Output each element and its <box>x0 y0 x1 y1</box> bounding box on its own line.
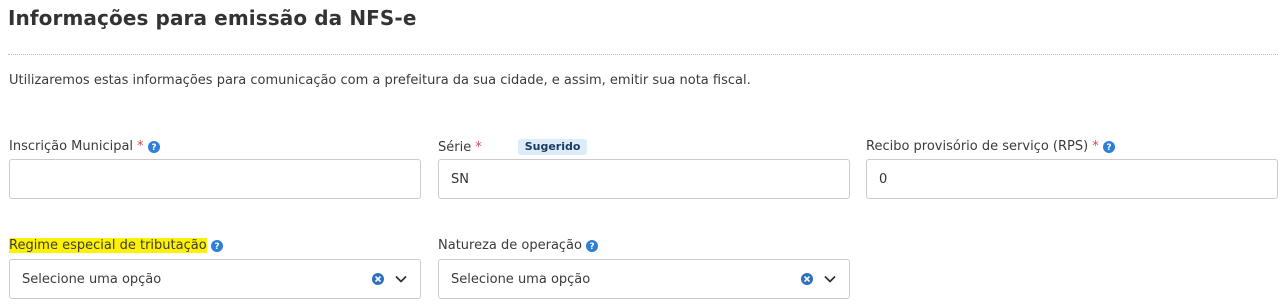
clear-icon[interactable] <box>800 272 814 286</box>
serie-label-text: Série <box>438 139 472 155</box>
rps-input[interactable] <box>866 159 1278 199</box>
regime-especial-select[interactable]: Selecione uma opção <box>9 259 421 299</box>
inscricao-municipal-input[interactable] <box>9 159 421 199</box>
required-mark: * <box>137 139 144 154</box>
help-icon[interactable]: ? <box>147 140 160 153</box>
svg-text:?: ? <box>1106 143 1111 153</box>
required-mark: * <box>475 139 482 155</box>
rps-label-text: Recibo provisório de serviço (RPS) <box>866 139 1089 154</box>
regime-especial-label: Regime especial de tributação ? <box>9 238 223 253</box>
help-icon[interactable]: ? <box>1102 140 1115 153</box>
natureza-operacao-select[interactable]: Selecione uma opção <box>438 259 850 299</box>
serie-label: Série * Sugerido <box>438 139 588 155</box>
serie-input[interactable] <box>438 159 850 199</box>
natureza-operacao-label-text: Natureza de operação <box>438 238 582 253</box>
suggested-badge: Sugerido <box>517 139 588 155</box>
section-title: Informações para emissão da NFS-e <box>8 6 417 30</box>
section-description: Utilizaremos estas informações para comu… <box>9 73 751 88</box>
svg-text:?: ? <box>214 242 219 252</box>
regime-especial-selected-value: Selecione uma opção <box>22 271 162 287</box>
chevron-down-icon[interactable] <box>822 271 838 287</box>
regime-especial-label-text: Regime especial de tributação <box>9 238 207 253</box>
rps-label: Recibo provisório de serviço (RPS) * ? <box>866 139 1115 154</box>
natureza-operacao-selected-value: Selecione uma opção <box>451 271 591 287</box>
clear-icon[interactable] <box>371 272 385 286</box>
section-divider <box>8 54 1278 55</box>
help-icon[interactable]: ? <box>210 239 223 252</box>
inscricao-municipal-label-text: Inscrição Municipal <box>9 139 134 154</box>
help-icon[interactable]: ? <box>585 239 598 252</box>
natureza-operacao-label: Natureza de operação ? <box>438 238 598 253</box>
inscricao-municipal-label: Inscrição Municipal * ? <box>9 139 160 154</box>
svg-text:?: ? <box>151 143 156 153</box>
chevron-down-icon[interactable] <box>393 271 409 287</box>
required-mark: * <box>1092 139 1099 154</box>
svg-text:?: ? <box>589 242 594 252</box>
